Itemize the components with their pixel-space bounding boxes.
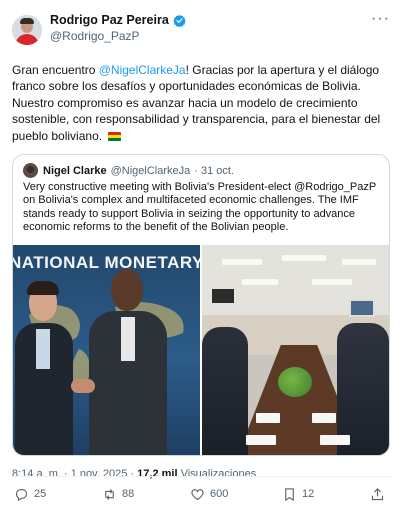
quoted-tweet-date: · 31 oct.: [194, 164, 234, 177]
views-label: Visualizaciones: [177, 468, 257, 481]
tweet-mention-link[interactable]: @NigelClarkeJa: [99, 63, 186, 77]
repost-icon: [105, 488, 114, 500]
like-button[interactable]: 600: [190, 487, 228, 502]
tweet-timestamp: 8:14 a. m. · 1 nov. 2025 · 17,2 mil Visu…: [12, 467, 390, 481]
imf-banner-text: NATIONAL MONETARY F: [13, 253, 200, 273]
like-count: 600: [210, 488, 229, 500]
tweet-time-date[interactable]: 8:14 a. m. · 1 nov. 2025 ·: [12, 468, 137, 480]
views-count: 17,2 mil: [137, 468, 178, 481]
author-display-name[interactable]: Rodrigo Paz Pereira: [50, 12, 169, 28]
quoted-tweet-header: Nigel Clarke @NigelClarkeJa · 31 oct.: [13, 155, 389, 179]
quoted-tweet-text: Very constructive meeting with Bolivia's…: [23, 181, 377, 234]
tweet-text-prefix: Gran encuentro: [12, 63, 99, 77]
bookmark-count: 12: [302, 488, 315, 500]
repost-button[interactable]: 88: [102, 487, 134, 502]
repost-count: 88: [122, 488, 135, 500]
quoted-author-name: Nigel Clarke: [43, 164, 107, 177]
reply-icon: [15, 488, 28, 501]
tweet: Rodrigo Paz Pereira @Rodrigo_PazP ··· Gr…: [0, 0, 404, 519]
verified-badge-icon: [173, 14, 186, 27]
bolivia-flag-icon: [108, 131, 122, 141]
tweet-actions: 25 88 600 12: [14, 485, 390, 503]
reply-count: 25: [34, 488, 47, 500]
bookmark-icon: [285, 487, 294, 501]
reply-button[interactable]: 25: [14, 487, 46, 502]
heart-icon: [191, 488, 204, 500]
quoted-author-handle: @NigelClarkeJa: [110, 164, 191, 177]
more-options-icon[interactable]: ···: [371, 11, 390, 27]
quoted-tweet[interactable]: Nigel Clarke @NigelClarkeJa · 31 oct. Ve…: [12, 154, 390, 457]
divider: [12, 476, 392, 477]
author-handle[interactable]: @Rodrigo_PazP: [50, 28, 186, 44]
quoted-tweet-media[interactable]: NATIONAL MONETARY F: [13, 245, 389, 456]
handshake-photo[interactable]: NATIONAL MONETARY F: [13, 245, 200, 456]
share-icon: [371, 487, 384, 500]
author-avatar[interactable]: [12, 15, 42, 45]
bookmark-button[interactable]: 12: [282, 487, 314, 502]
quoted-author-avatar: [23, 163, 38, 179]
tweet-header: Rodrigo Paz Pereira @Rodrigo_PazP: [12, 12, 390, 48]
share-button[interactable]: [370, 487, 385, 502]
meeting-photo[interactable]: [202, 245, 389, 456]
tweet-text: Gran encuentro @NigelClarkeJa! Gracias p…: [12, 62, 392, 144]
author-names: Rodrigo Paz Pereira @Rodrigo_PazP: [50, 12, 186, 44]
